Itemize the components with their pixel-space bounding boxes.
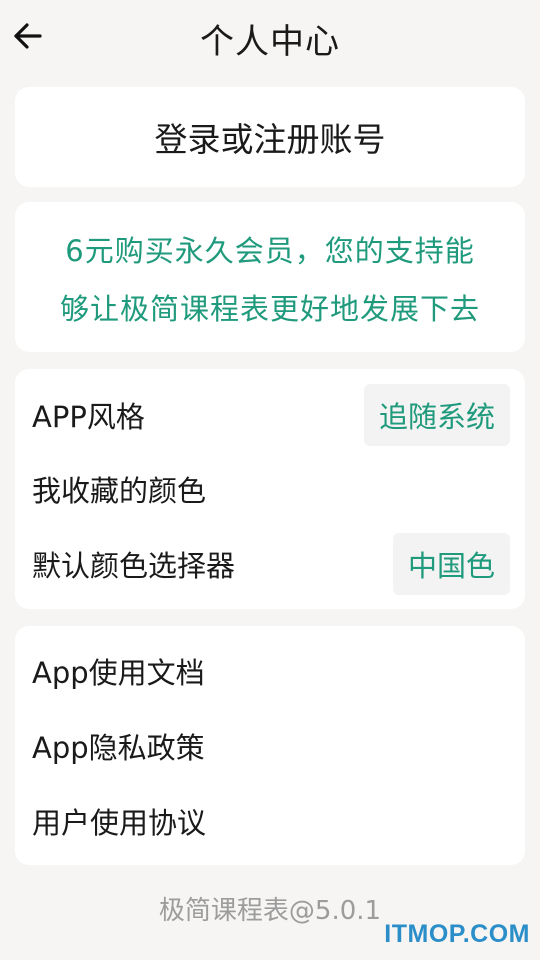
vip-promo-line-1: 6元购买永久会员，您的支持能 bbox=[65, 234, 475, 268]
privacy-policy-label: App隐私政策 bbox=[32, 730, 205, 765]
watermark-logo: ITMOP.COM bbox=[384, 920, 530, 948]
user-agreement-row[interactable]: 用户使用协议 bbox=[15, 783, 525, 858]
privacy-policy-row[interactable]: App隐私政策 bbox=[15, 708, 525, 783]
favorite-colors-row[interactable]: 我收藏的颜色 bbox=[15, 451, 525, 526]
vip-purchase-card[interactable]: 6元购买永久会员，您的支持能 够让极简课程表更好地发展下去 bbox=[15, 202, 525, 352]
vip-promo-line-2: 够让极简课程表更好地发展下去 bbox=[59, 292, 480, 326]
login-register-label: 登录或注册账号 bbox=[154, 120, 386, 159]
docs-card: App使用文档 App隐私政策 用户使用协议 bbox=[15, 626, 525, 865]
login-register-button[interactable]: 登录或注册账号 bbox=[15, 87, 525, 187]
top-bar: 个人中心 bbox=[0, 0, 540, 74]
default-color-picker-label: 默认颜色选择器 bbox=[32, 548, 236, 583]
app-docs-label: App使用文档 bbox=[32, 655, 205, 690]
app-style-row[interactable]: APP风格 追随系统 bbox=[15, 377, 525, 452]
default-color-picker-row[interactable]: 默认颜色选择器 中国色 bbox=[15, 526, 525, 601]
app-style-value[interactable]: 追随系统 bbox=[363, 383, 510, 446]
favorite-colors-label: 我收藏的颜色 bbox=[32, 473, 207, 508]
app-style-label: APP风格 bbox=[32, 399, 145, 434]
app-docs-row[interactable]: App使用文档 bbox=[15, 633, 525, 708]
default-color-picker-value[interactable]: 中国色 bbox=[392, 532, 510, 595]
page-title: 个人中心 bbox=[200, 22, 340, 62]
settings-card: APP风格 追随系统 我收藏的颜色 默认颜色选择器 中国色 bbox=[15, 369, 525, 609]
user-agreement-label: 用户使用协议 bbox=[32, 805, 207, 840]
